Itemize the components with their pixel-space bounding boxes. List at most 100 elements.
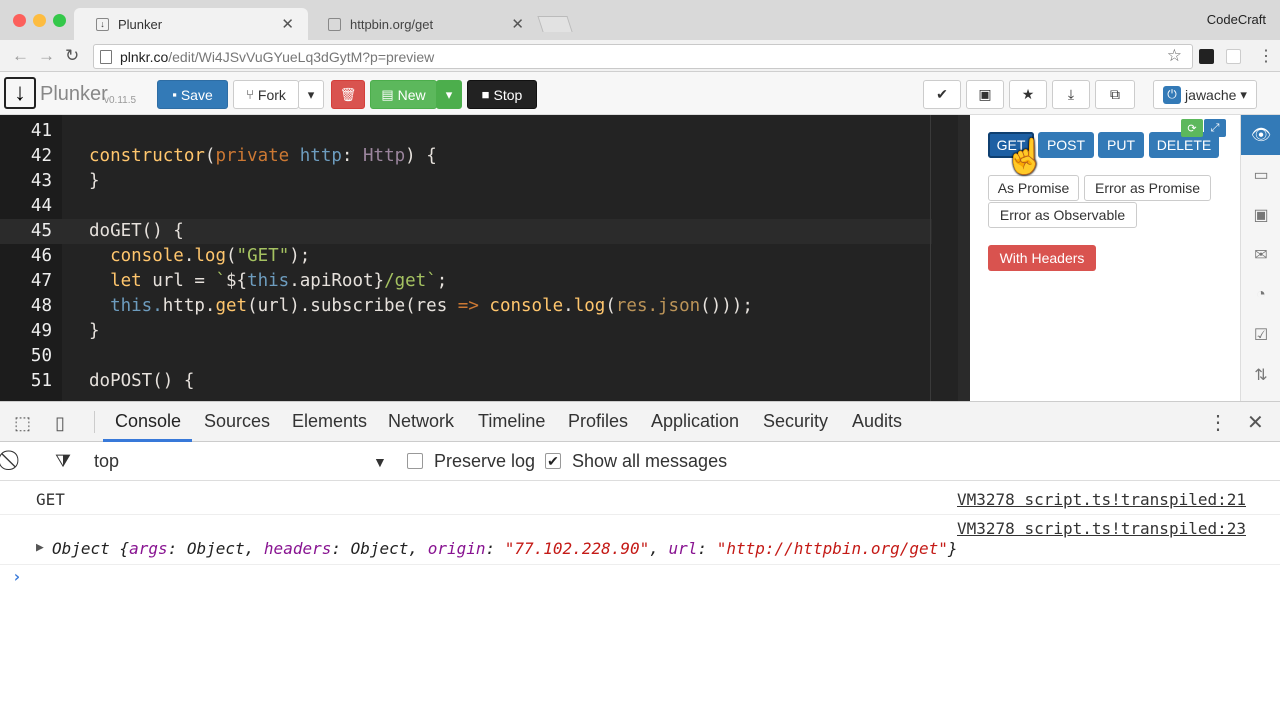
checkbox-icon[interactable]: ☑ (1241, 315, 1280, 355)
console-prompt-icon[interactable]: › (12, 567, 22, 586)
close-tab-icon[interactable]: ✕ (281, 15, 294, 33)
print-margin (930, 115, 931, 401)
code-text: } (89, 171, 100, 191)
editor-scrollbar[interactable] (958, 115, 970, 401)
code-line[interactable]: 48 this.http.get(url).subscribe(res => c… (0, 294, 932, 319)
code-line[interactable]: 47 let url = `${this.apiRoot}/get`; (0, 269, 932, 294)
filter-icon[interactable]: ⧩ (55, 451, 71, 472)
close-window-button[interactable] (13, 14, 26, 27)
browser-tab-httpbin[interactable]: httpbin.org/get ✕ (306, 8, 538, 40)
devtools-tab-sources[interactable]: Sources (204, 411, 270, 432)
fork-dropdown-button[interactable]: ▾ (298, 80, 324, 109)
forward-arrow-icon[interactable]: → (38, 46, 55, 66)
minimize-window-button[interactable] (33, 14, 46, 27)
message-source-link[interactable]: VM3278 script.ts!transpiled:23 (957, 519, 1246, 538)
open-external-button[interactable]: ⧉ (1095, 80, 1135, 109)
line-number: 48 (30, 296, 52, 316)
new-file-icon: ▤ (381, 86, 394, 102)
with-headers-button[interactable]: With Headers (988, 245, 1096, 271)
star-button[interactable]: ★ (1009, 80, 1047, 109)
device-toolbar-icon[interactable]: ▯ (55, 413, 65, 434)
chrome-menu-icon[interactable]: ⋮ (1258, 46, 1274, 66)
message-source-link[interactable]: VM3278 script.ts!transpiled:21 (957, 490, 1246, 509)
preserve-log-checkbox[interactable] (407, 453, 423, 469)
devtools-menu-icon[interactable]: ⋮ (1208, 410, 1228, 435)
code-line[interactable]: 42 constructor(private http: Http) { (0, 144, 932, 169)
user-menu-button[interactable]: ⏻ jawache ▾ (1153, 80, 1257, 109)
line-number: 41 (30, 121, 52, 141)
comments-icon[interactable]: ✉ (1241, 235, 1280, 275)
devtools-tab-timeline[interactable]: Timeline (478, 411, 545, 432)
devtools-tab-elements[interactable]: Elements (292, 411, 367, 432)
post-button[interactable]: POST (1038, 132, 1094, 158)
url-input[interactable]: plnkr.co/edit/Wi4JSvVuGYueLq3dGytM?p=pre… (93, 44, 1193, 69)
hand-cursor-icon: ☝ (1004, 138, 1047, 176)
code-text: console.log("GET"); (110, 246, 311, 266)
context-dropdown-icon[interactable]: ▼ (373, 454, 387, 470)
new-dropdown-button[interactable]: ▾ (436, 80, 462, 109)
url-path: /edit/Wi4JSvVuGYueLq3dGytM?p=preview (168, 48, 435, 65)
plunker-logo-icon[interactable]: ↓ (4, 77, 36, 109)
check-button[interactable]: ✔ (923, 80, 961, 109)
error-as-promise-button[interactable]: Error as Promise (1084, 175, 1211, 201)
context-select[interactable]: top (94, 451, 119, 472)
back-arrow-icon[interactable]: ← (12, 46, 29, 66)
browser-tab-plunker[interactable]: ↓ Plunker ✕ (74, 8, 308, 40)
devtools-tab-security[interactable]: Security (763, 411, 828, 432)
download-icon: ⤓ (1067, 86, 1075, 102)
bookmark-star-icon[interactable]: ☆ (1167, 46, 1182, 66)
code-line[interactable]: 50 (0, 344, 932, 369)
save-button[interactable]: ▪ Save (157, 80, 228, 109)
close-tab-icon[interactable]: ✕ (511, 15, 524, 33)
page-info-icon[interactable] (100, 49, 112, 64)
code-line[interactable]: 46 console.log("GET"); (0, 244, 932, 269)
error-as-observable-button[interactable]: Error as Observable (988, 202, 1137, 228)
code-line[interactable]: 41 (0, 119, 932, 144)
caret-down-icon: ▾ (307, 86, 315, 102)
line-number: 42 (30, 146, 52, 166)
new-tab-button[interactable] (537, 16, 573, 32)
expand-preview-icon[interactable]: ⤢ (1204, 119, 1226, 137)
preview-eye-icon[interactable]: 👁 (1241, 115, 1280, 155)
expand-triangle-icon[interactable]: ▶ (36, 540, 44, 555)
show-all-checkbox[interactable]: ✔ (545, 453, 561, 469)
book-icon[interactable]: ▭ (1241, 155, 1280, 195)
close-devtools-icon[interactable]: ✕ (1247, 410, 1264, 435)
maximize-window-button[interactable] (53, 14, 66, 27)
object-preview[interactable]: Object {args: Object, headers: Object, o… (52, 539, 958, 558)
devtools-tab-audits[interactable]: Audits (852, 411, 902, 432)
devtools-tab-console[interactable]: Console (115, 411, 181, 432)
preserve-log-label: Preserve log (434, 451, 536, 471)
put-button[interactable]: PUT (1098, 132, 1144, 158)
extension-blank-icon[interactable] (1226, 49, 1241, 64)
fork-button[interactable]: ⑂ Fork (233, 80, 299, 109)
as-promise-button[interactable]: As Promise (988, 175, 1079, 201)
refresh-preview-icon[interactable]: ⟳ (1181, 119, 1203, 137)
code-line[interactable]: 44 (0, 194, 932, 219)
divider (94, 411, 95, 433)
console-output[interactable]: GET VM3278 script.ts!transpiled:21 VM327… (0, 481, 1280, 720)
download-button[interactable]: ⤓ (1052, 80, 1090, 109)
caret-down-icon: ▾ (445, 86, 453, 102)
new-button[interactable]: ▤ New (370, 80, 437, 109)
line-number: 47 (30, 271, 52, 291)
code-line[interactable]: 45 doGET() { (0, 219, 932, 244)
plunker-logo-text: Plunker (40, 83, 108, 105)
code-editor[interactable]: 41 42 constructor(private http: Http) {43}… (0, 115, 970, 401)
devtools-tab-profiles[interactable]: Profiles (568, 411, 628, 432)
briefcase-icon[interactable]: ▣ (1241, 195, 1280, 235)
profile-name[interactable]: CodeCraft (1207, 12, 1266, 27)
code-line[interactable]: 49} (0, 319, 932, 344)
briefcase-button[interactable]: ▣ (966, 80, 1004, 109)
dashboard-icon[interactable]: ◔ (1241, 275, 1280, 315)
delete-button[interactable]: 🗑 (331, 80, 365, 109)
code-line[interactable]: 51 doPOST() { (0, 369, 932, 394)
devtools-tab-application[interactable]: Application (651, 411, 739, 432)
extension-jb-icon[interactable] (1199, 49, 1214, 64)
retweet-icon[interactable]: ⇅ (1241, 355, 1280, 395)
devtools-tab-network[interactable]: Network (388, 411, 454, 432)
inspect-element-icon[interactable]: ⬚ (14, 413, 31, 434)
stop-button[interactable]: ■ Stop (467, 80, 537, 109)
reload-icon[interactable]: ↻ (65, 46, 79, 66)
code-line[interactable]: 43} (0, 169, 932, 194)
